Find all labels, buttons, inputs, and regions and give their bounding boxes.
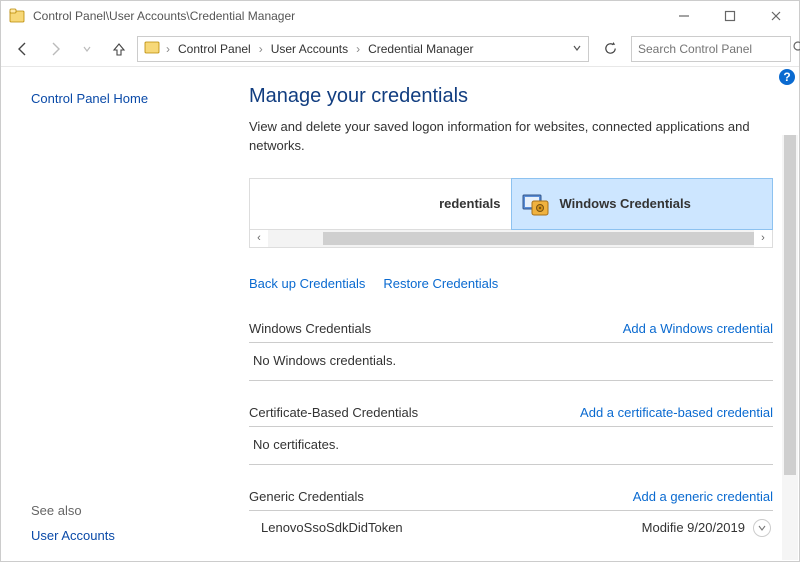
close-button[interactable] bbox=[753, 1, 799, 31]
scroll-left-button[interactable]: ‹ bbox=[250, 230, 268, 247]
address-bar[interactable]: › Control Panel › User Accounts › Creden… bbox=[137, 36, 589, 62]
maximize-button[interactable] bbox=[707, 1, 753, 31]
scroll-right-button[interactable]: › bbox=[754, 230, 772, 247]
credential-type-tabs: redentials Windows Credentials bbox=[249, 178, 773, 230]
windows-credentials-section: Windows Credentials Add a Windows creden… bbox=[249, 315, 773, 381]
user-accounts-link[interactable]: User Accounts bbox=[31, 528, 217, 543]
credential-modified: Modifie 9/20/2019 bbox=[642, 520, 745, 535]
generic-credentials-section: Generic Credentials Add a generic creden… bbox=[249, 483, 773, 537]
safe-icon bbox=[522, 189, 552, 219]
section-title: Certificate-Based Credentials bbox=[249, 405, 418, 420]
control-panel-icon bbox=[9, 8, 25, 24]
section-header: Certificate-Based Credentials Add a cert… bbox=[249, 399, 773, 427]
tab-web-credentials[interactable]: redentials bbox=[249, 178, 511, 230]
vertical-scrollbar-thumb[interactable] bbox=[784, 135, 796, 475]
search-input[interactable] bbox=[638, 42, 793, 56]
body: Control Panel Home See also User Account… bbox=[1, 67, 799, 561]
add-generic-credential-link[interactable]: Add a generic credential bbox=[633, 489, 773, 504]
add-certificate-credential-link[interactable]: Add a certificate-based credential bbox=[580, 405, 773, 420]
backup-credentials-link[interactable]: Back up Credentials bbox=[249, 276, 365, 291]
credential-name: LenovoSsoSdkDidToken bbox=[261, 520, 403, 535]
search-icon[interactable] bbox=[793, 41, 800, 57]
window-caption-buttons bbox=[661, 1, 799, 31]
breadcrumb-credential-manager[interactable]: Credential Manager bbox=[366, 42, 475, 56]
scroll-track[interactable] bbox=[268, 230, 754, 247]
section-title: Generic Credentials bbox=[249, 489, 364, 504]
section-empty-text: No certificates. bbox=[249, 427, 773, 465]
breadcrumb-sep: › bbox=[257, 42, 265, 56]
restore-credentials-link[interactable]: Restore Credentials bbox=[383, 276, 498, 291]
credential-meta: Modifie 9/20/2019 bbox=[642, 519, 771, 537]
breadcrumb-user-accounts[interactable]: User Accounts bbox=[269, 42, 350, 56]
navigation-bar: › Control Panel › User Accounts › Creden… bbox=[1, 31, 799, 67]
back-button[interactable] bbox=[9, 35, 37, 63]
tab-windows-credentials-label: Windows Credentials bbox=[560, 196, 691, 211]
content-pane: ? Manage your credentials View and delet… bbox=[241, 67, 799, 561]
section-header: Windows Credentials Add a Windows creden… bbox=[249, 315, 773, 343]
expand-button[interactable] bbox=[753, 519, 771, 537]
certificate-credentials-section: Certificate-Based Credentials Add a cert… bbox=[249, 399, 773, 465]
window-root: Control Panel\User Accounts\Credential M… bbox=[0, 0, 800, 562]
credential-row[interactable]: LenovoSsoSdkDidToken Modifie 9/20/2019 bbox=[249, 511, 773, 537]
breadcrumb-control-panel[interactable]: Control Panel bbox=[176, 42, 253, 56]
search-box[interactable] bbox=[631, 36, 791, 62]
see-also-heading: See also bbox=[31, 479, 217, 518]
add-windows-credential-link[interactable]: Add a Windows credential bbox=[623, 321, 773, 336]
breadcrumb-sep: › bbox=[354, 42, 362, 56]
minimize-button[interactable] bbox=[661, 1, 707, 31]
section-title: Windows Credentials bbox=[249, 321, 371, 336]
refresh-button[interactable] bbox=[597, 36, 623, 62]
backup-restore-row: Back up Credentials Restore Credentials bbox=[249, 276, 773, 291]
address-folder-icon bbox=[144, 39, 160, 58]
section-header: Generic Credentials Add a generic creden… bbox=[249, 483, 773, 511]
sidebar: Control Panel Home See also User Account… bbox=[1, 67, 241, 561]
control-panel-home-link[interactable]: Control Panel Home bbox=[31, 91, 217, 106]
scroll-thumb[interactable] bbox=[323, 232, 754, 245]
recent-dropdown-button[interactable] bbox=[73, 35, 101, 63]
tab-windows-credentials[interactable]: Windows Credentials bbox=[511, 178, 774, 230]
vertical-scrollbar[interactable] bbox=[782, 135, 798, 560]
address-dropdown-button[interactable] bbox=[572, 42, 582, 56]
forward-button[interactable] bbox=[41, 35, 69, 63]
breadcrumb-sep: › bbox=[164, 42, 172, 56]
page-description: View and delete your saved logon informa… bbox=[249, 118, 773, 156]
section-empty-text: No Windows credentials. bbox=[249, 343, 773, 381]
tab-web-credentials-label: redentials bbox=[439, 196, 500, 211]
titlebar: Control Panel\User Accounts\Credential M… bbox=[1, 1, 799, 31]
window-title: Control Panel\User Accounts\Credential M… bbox=[33, 9, 661, 23]
tabs-horizontal-scrollbar[interactable]: ‹ › bbox=[249, 230, 773, 248]
page-title: Manage your credentials bbox=[249, 85, 773, 108]
up-button[interactable] bbox=[105, 35, 133, 63]
help-icon[interactable]: ? bbox=[779, 69, 795, 85]
